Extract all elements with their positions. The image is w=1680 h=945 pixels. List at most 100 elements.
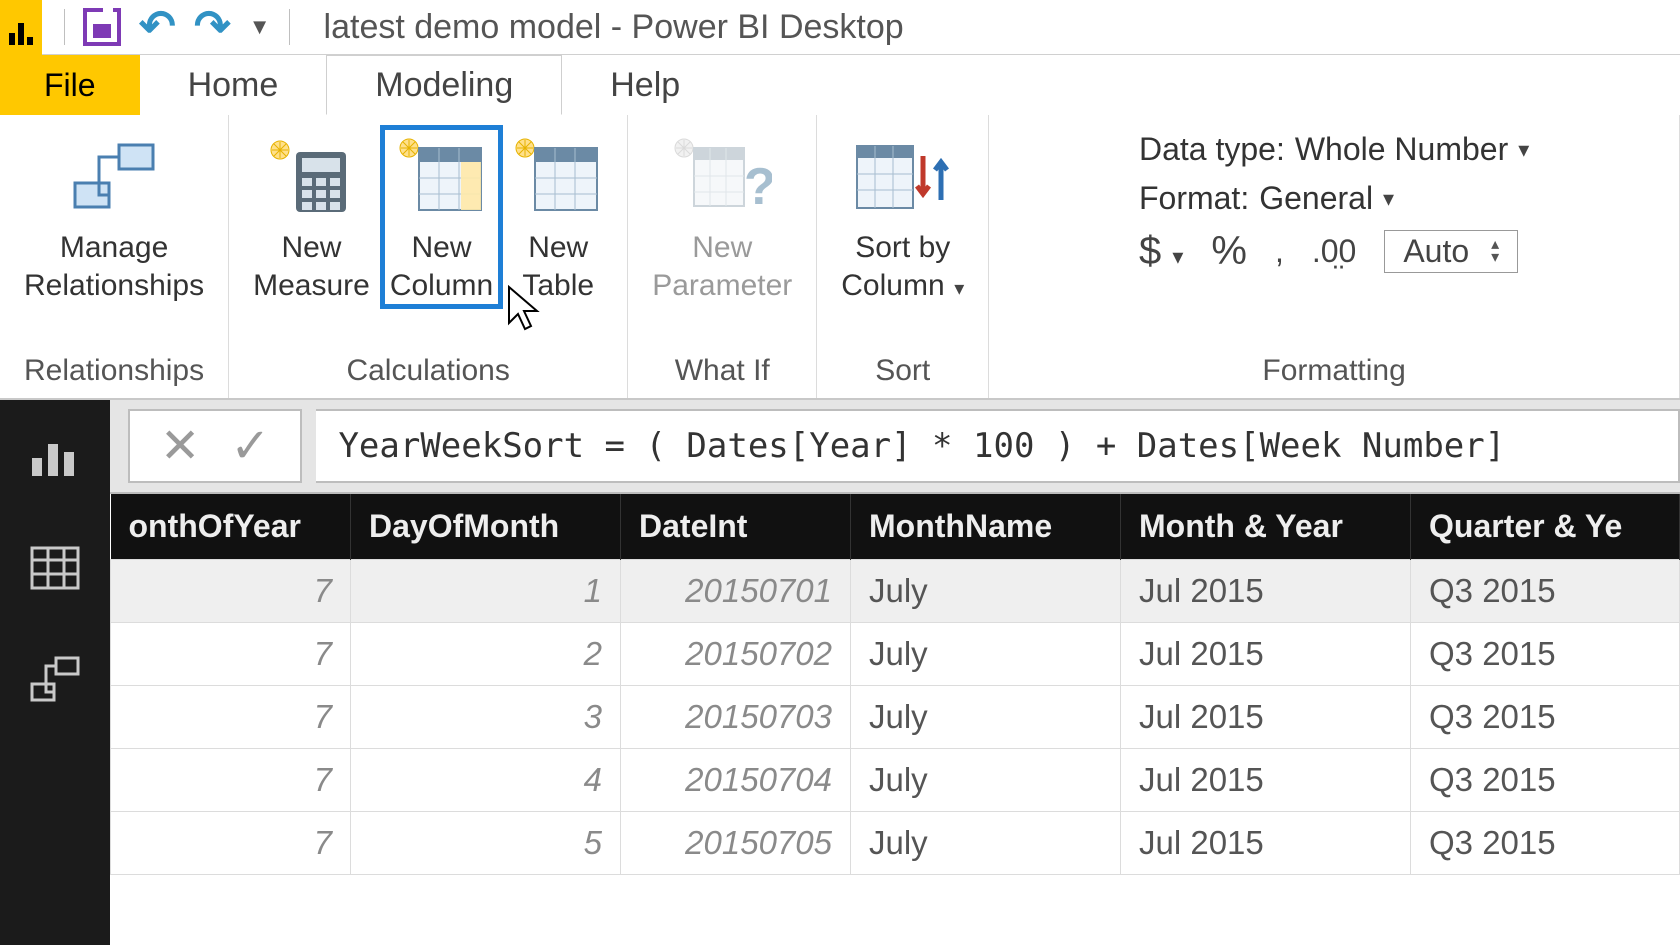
new-measure-label: NewMeasure: [253, 229, 370, 304]
new-table-label: NewTable: [522, 229, 594, 304]
tab-home[interactable]: Home: [140, 55, 327, 115]
new-column-label: NewColumn: [390, 229, 493, 304]
table-row[interactable]: 7420150704JulyJul 2015Q3 2015: [111, 749, 1680, 812]
cell-monthname: July: [851, 686, 1121, 749]
cell-dateint: 20150702: [621, 623, 851, 686]
group-calculations: NewMeasure NewColumn NewTable Calculatio…: [229, 115, 628, 398]
data-table: onthOfYear DayOfMonth DateInt MonthName …: [110, 494, 1680, 875]
chevron-down-icon: ▾: [949, 278, 965, 300]
group-relationships-label: Relationships: [24, 354, 204, 394]
new-measure-button[interactable]: NewMeasure: [243, 125, 380, 308]
cell-monthofyear: 7: [111, 623, 351, 686]
data-type-label: Data type:: [1139, 131, 1285, 168]
tab-file[interactable]: File: [0, 55, 140, 115]
col-monthname[interactable]: MonthName: [851, 494, 1121, 560]
new-parameter-icon: ?: [672, 133, 772, 223]
cell-quarteryear: Q3 2015: [1411, 749, 1680, 812]
cell-quarteryear: Q3 2015: [1411, 686, 1680, 749]
cell-dateint: 20150704: [621, 749, 851, 812]
cell-monthofyear: 7: [111, 560, 351, 623]
decimal-auto-stepper[interactable]: Auto ▴▾: [1384, 230, 1518, 273]
formula-input[interactable]: YearWeekSort = ( Dates[Year] * 100 ) + D…: [316, 409, 1680, 483]
group-whatif-label: What If: [675, 354, 770, 394]
manage-relationships-button[interactable]: ManageRelationships: [14, 125, 214, 308]
cell-monthname: July: [851, 560, 1121, 623]
table-header-row: onthOfYear DayOfMonth DateInt MonthName …: [111, 494, 1680, 560]
cell-dateint: 20150703: [621, 686, 851, 749]
table-row[interactable]: 7120150701JulyJul 2015Q3 2015: [111, 560, 1680, 623]
cell-monthofyear: 7: [111, 749, 351, 812]
cell-quarteryear: Q3 2015: [1411, 812, 1680, 875]
save-icon[interactable]: [83, 8, 121, 46]
data-type-value: Whole Number: [1295, 131, 1508, 168]
format-dropdown[interactable]: Format: General ▾: [1139, 180, 1394, 217]
group-calculations-label: Calculations: [346, 354, 509, 394]
svg-text:?: ?: [744, 158, 772, 216]
group-sort-label: Sort: [875, 354, 930, 394]
chevron-down-icon: ▾: [1383, 186, 1394, 212]
formula-commit-icon[interactable]: ✓: [230, 418, 270, 474]
relationships-icon: [69, 133, 159, 223]
cell-quarteryear: Q3 2015: [1411, 560, 1680, 623]
cell-monthname: July: [851, 749, 1121, 812]
group-whatif: ? NewParameter What If: [628, 115, 817, 398]
new-column-button[interactable]: NewColumn: [380, 125, 503, 309]
window-title: latest demo model - Power BI Desktop: [324, 8, 904, 47]
cell-monthyear: Jul 2015: [1121, 812, 1411, 875]
sort-icon: [853, 133, 953, 223]
cell-monthyear: Jul 2015: [1121, 749, 1411, 812]
col-dayofmonth[interactable]: DayOfMonth: [351, 494, 621, 560]
model-view-button[interactable]: [25, 652, 85, 708]
group-relationships: ManageRelationships Relationships: [0, 115, 229, 398]
cell-dayofmonth: 2: [351, 623, 621, 686]
cell-dayofmonth: 5: [351, 812, 621, 875]
new-table-icon: [513, 133, 603, 223]
manage-relationships-label: ManageRelationships: [24, 229, 204, 304]
tab-modeling[interactable]: Modeling: [326, 55, 562, 115]
cell-dayofmonth: 3: [351, 686, 621, 749]
col-dateint[interactable]: DateInt: [621, 494, 851, 560]
thousands-separator-button[interactable]: ,: [1275, 233, 1284, 270]
table-row[interactable]: 7520150705JulyJul 2015Q3 2015: [111, 812, 1680, 875]
decimal-places-icon: .0̤0: [1312, 233, 1356, 270]
undo-icon[interactable]: ↶: [139, 5, 176, 49]
redo-icon[interactable]: ↷: [194, 5, 231, 49]
cell-quarteryear: Q3 2015: [1411, 623, 1680, 686]
cell-dayofmonth: 4: [351, 749, 621, 812]
format-value: General: [1259, 180, 1373, 217]
content-pane: ✕ ✓ YearWeekSort = ( Dates[Year] * 100 )…: [110, 400, 1680, 945]
col-quarteryear[interactable]: Quarter & Ye: [1411, 494, 1680, 560]
table-row[interactable]: 7220150702JulyJul 2015Q3 2015: [111, 623, 1680, 686]
main-area: ✕ ✓ YearWeekSort = ( Dates[Year] * 100 )…: [0, 400, 1680, 945]
report-view-button[interactable]: [25, 428, 85, 484]
data-view-button[interactable]: [25, 540, 85, 596]
format-label: Format:: [1139, 180, 1249, 217]
qat-more-icon[interactable]: ▼: [249, 14, 271, 40]
cell-monthyear: Jul 2015: [1121, 686, 1411, 749]
formula-cancel-icon[interactable]: ✕: [160, 418, 200, 474]
cell-dateint: 20150705: [621, 812, 851, 875]
ribbon: ManageRelationships Relationships NewMea…: [0, 115, 1680, 400]
new-parameter-button[interactable]: ? NewParameter: [642, 125, 802, 308]
currency-format-button[interactable]: $ ▾: [1139, 229, 1183, 274]
new-column-icon: [397, 133, 487, 223]
title-bar: ↶ ↷ ▼ latest demo model - Power BI Deskt…: [0, 0, 1680, 55]
col-monthofyear[interactable]: onthOfYear: [111, 494, 351, 560]
formula-bar: ✕ ✓ YearWeekSort = ( Dates[Year] * 100 )…: [110, 400, 1680, 494]
col-monthyear[interactable]: Month & Year: [1121, 494, 1411, 560]
sort-by-column-label: Sort byColumn ▾: [841, 229, 964, 304]
quick-access-toolbar: ↶ ↷ ▼: [42, 5, 312, 49]
sort-by-column-button[interactable]: Sort byColumn ▾: [831, 125, 974, 308]
new-measure-icon: [266, 133, 356, 223]
group-sort: Sort byColumn ▾ Sort: [817, 115, 989, 398]
cell-dayofmonth: 1: [351, 560, 621, 623]
cell-dateint: 20150701: [621, 560, 851, 623]
percent-format-button[interactable]: %: [1211, 229, 1247, 274]
ribbon-tabs: File Home Modeling Help: [0, 55, 1680, 115]
tab-help[interactable]: Help: [562, 55, 728, 115]
new-table-button[interactable]: NewTable: [503, 125, 613, 308]
chevron-down-icon: ▾: [1518, 137, 1529, 163]
data-type-dropdown[interactable]: Data type: Whole Number ▾: [1139, 131, 1529, 168]
table-row[interactable]: 7320150703JulyJul 2015Q3 2015: [111, 686, 1680, 749]
spinner-icon[interactable]: ▴▾: [1491, 239, 1499, 265]
